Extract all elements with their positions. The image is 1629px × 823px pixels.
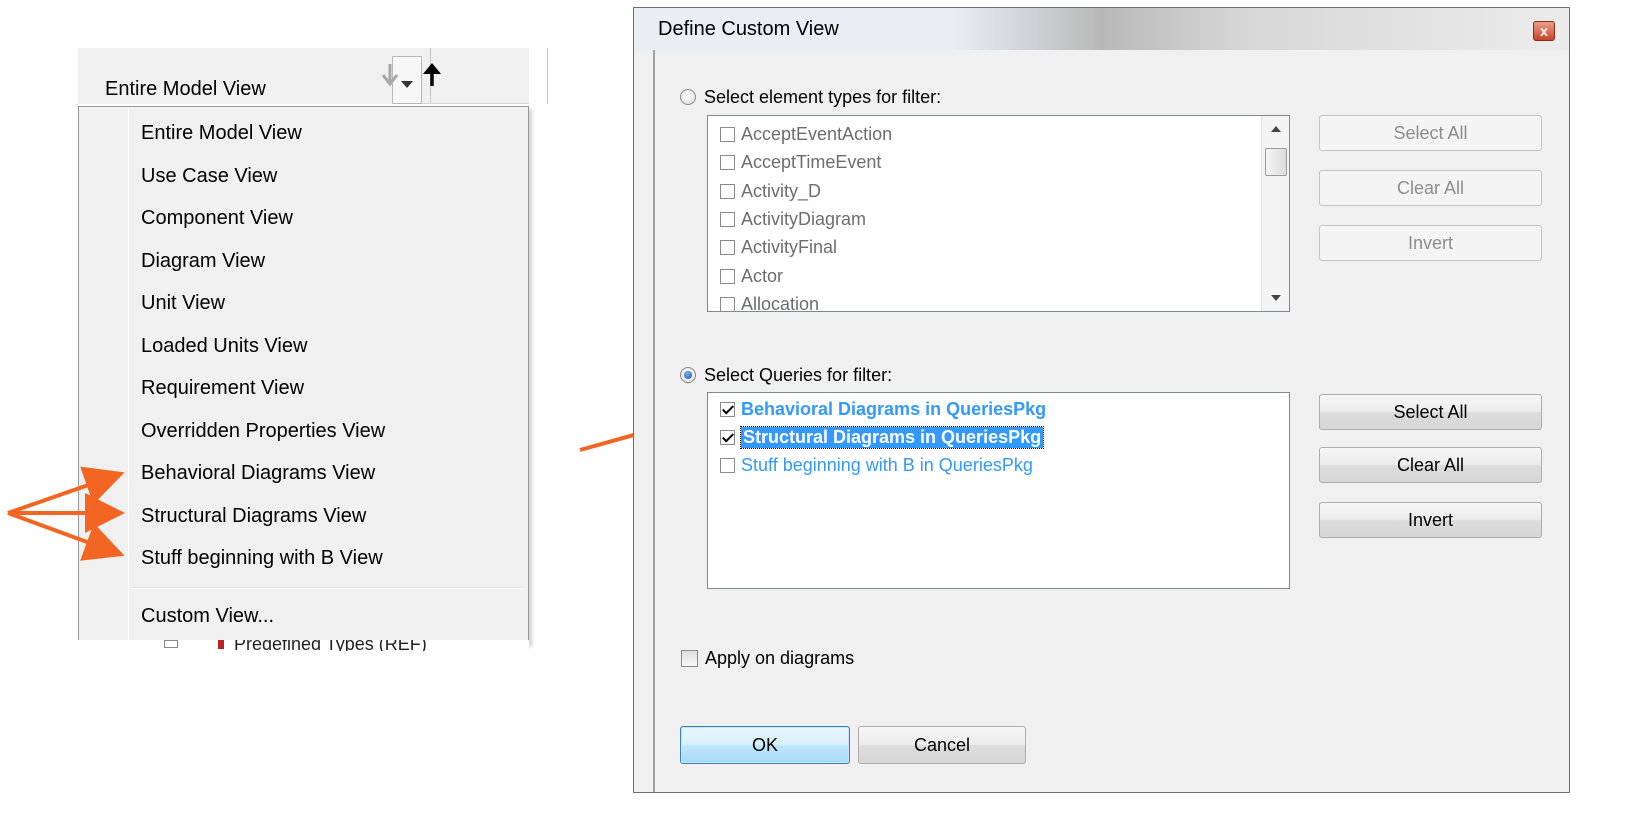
checkbox[interactable]: [720, 429, 735, 445]
queries-listbox[interactable]: Behavioral Diagrams in QueriesPkg Struct…: [707, 392, 1290, 589]
dialog-body: Select element types for filter: AcceptE…: [653, 50, 1569, 792]
queries-radio[interactable]: [680, 367, 696, 383]
arrow-to-stuff-b-icon: [7, 511, 125, 561]
list-item-label: AcceptEventAction: [741, 123, 893, 144]
queries-clear-all-button[interactable]: Clear All: [1319, 447, 1542, 483]
element-types-radio[interactable]: [680, 89, 696, 105]
dialog-titlebar[interactable]: Define Custom View x: [634, 8, 1569, 50]
list-item-label: Stuff beginning with B in QueriesPkg: [741, 454, 1033, 475]
list-item-label: Allocation: [741, 293, 820, 314]
scroll-up-icon[interactable]: [1271, 126, 1281, 132]
cancel-button[interactable]: Cancel: [858, 726, 1026, 764]
element-types-radio-row[interactable]: Select element types for filter:: [680, 85, 941, 109]
list-item-label: Behavioral Diagrams in QueriesPkg: [741, 398, 1047, 419]
queries-radio-row[interactable]: Select Queries for filter:: [680, 363, 892, 387]
apply-on-diagrams-label: Apply on diagrams: [705, 648, 855, 668]
list-item-label: ActivityDiagram: [741, 208, 867, 229]
checkbox[interactable]: [720, 239, 735, 255]
screenshot-stage: Entire Model View Entire Model View Use …: [0, 0, 1629, 823]
list-item[interactable]: Activity_D: [720, 177, 821, 205]
queries-radio-label: Select Queries for filter:: [704, 364, 893, 385]
arrow-to-behavioral-icon: [7, 466, 125, 515]
element-types-invert-button[interactable]: Invert: [1319, 225, 1542, 261]
list-item[interactable]: ActivityFinal: [720, 233, 837, 261]
list-item[interactable]: Actor: [720, 262, 783, 290]
scroll-thumb[interactable]: [1265, 148, 1287, 176]
vertical-scrollbar[interactable]: [1261, 116, 1289, 311]
checkbox[interactable]: [720, 126, 735, 142]
checkbox[interactable]: [720, 211, 735, 227]
list-item[interactable]: AcceptTimeEvent: [720, 148, 881, 176]
scroll-down-icon[interactable]: [1271, 295, 1281, 301]
ok-button[interactable]: OK: [680, 726, 850, 764]
checkbox[interactable]: [720, 457, 735, 473]
queries-select-all-button[interactable]: Select All: [1319, 394, 1542, 430]
list-item[interactable]: AcceptEventAction: [720, 120, 892, 148]
apply-on-diagrams-row[interactable]: Apply on diagrams: [681, 648, 854, 669]
list-item[interactable]: Stuff beginning with B in QueriesPkg: [720, 451, 1033, 479]
element-types-clear-all-button[interactable]: Clear All: [1319, 170, 1542, 206]
arrow-group: [7, 410, 692, 561]
list-item[interactable]: Behavioral Diagrams in QueriesPkg: [720, 395, 1046, 423]
checkbox[interactable]: [720, 154, 735, 170]
element-types-select-all-button[interactable]: Select All: [1319, 115, 1542, 151]
list-item-label: Actor: [741, 265, 784, 286]
checkbox[interactable]: [720, 296, 735, 312]
checkbox[interactable]: [720, 268, 735, 284]
list-item[interactable]: Allocation: [720, 290, 819, 318]
list-item-label: AcceptTimeEvent: [741, 151, 882, 172]
list-item[interactable]: ActivityDiagram: [720, 205, 866, 233]
element-types-radio-label: Select element types for filter:: [704, 86, 942, 107]
element-types-listbox[interactable]: AcceptEventAction AcceptTimeEvent Activi…: [707, 115, 1290, 314]
dialog-title: Define Custom View: [658, 18, 839, 40]
list-item-label: Activity_D: [741, 180, 822, 201]
apply-on-diagrams-checkbox[interactable]: [681, 650, 698, 667]
queries-invert-button[interactable]: Invert: [1319, 502, 1542, 538]
define-custom-view-dialog: Define Custom View x Select element type…: [633, 7, 1570, 793]
list-item-label: Structural Diagrams in QueriesPkg: [739, 425, 1045, 449]
close-icon[interactable]: x: [1533, 21, 1555, 41]
list-item[interactable]: Structural Diagrams in QueriesPkg: [720, 423, 1045, 451]
checkbox[interactable]: [720, 183, 735, 199]
list-item-label: ActivityFinal: [741, 236, 838, 257]
checkbox[interactable]: [720, 401, 735, 417]
